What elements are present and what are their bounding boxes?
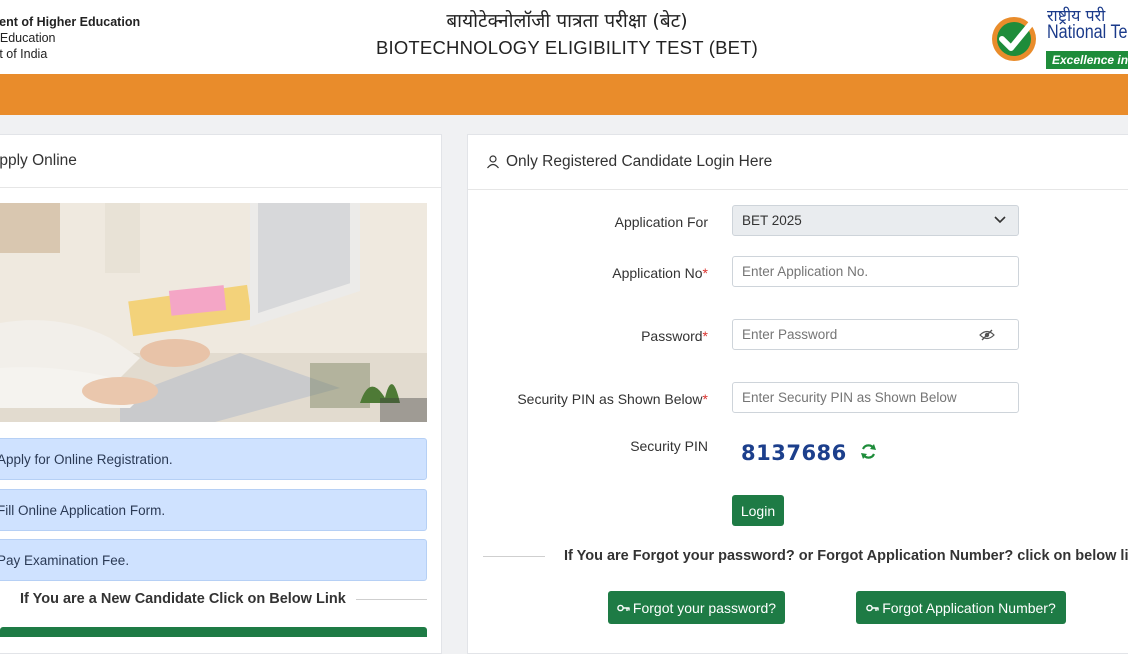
nta-name-english: National Tes [1047,22,1128,43]
selected-value: BET 2025 [742,213,802,228]
label-text: Security PIN as Shown Below [517,391,703,407]
forgot-application-label: Forgot Application Number? [882,599,1056,616]
apply-online-title: Apply Online [0,152,77,169]
step-pay-fee: Pay Examination Fee. [0,539,427,581]
captcha-image: 8137686 [732,429,852,478]
ministry-line1: ment of Higher Education [0,15,141,29]
forgot-password-label: Forgot your password? [632,599,777,616]
required-marker: * [702,265,708,281]
exam-title: बायोटेक्नोलॉजी पात्रता परीक्षा (बेट) BIO… [330,8,804,62]
application-for-label: Application For [468,214,708,230]
title-hindi: बायोटेक्नोलॉजी पात्रता परीक्षा (बेट) [446,10,688,32]
ministry-block: ment of Higher Education of Education me… [0,14,140,62]
step-text: Apply for Online Registration. [0,451,173,467]
new-candidate-divider: If You are a New Candidate Click on Belo… [0,586,427,614]
step-apply-registration: Apply for Online Registration. [0,438,427,480]
login-button-label: Login [740,502,776,519]
apply-online-heading: Apply Online [0,135,441,188]
nta-tagline: Excellence in [1046,51,1128,69]
label-text: Security PIN [630,438,708,454]
step-text: Pay Examination Fee. [0,552,130,568]
login-heading: Only Registered Candidate Login Here [468,135,1128,190]
application-for-select[interactable]: BET 2025 [732,205,1019,236]
forgot-application-number-button[interactable]: Forgot Application Number? [856,591,1066,624]
label-text: Application No [612,265,703,281]
new-candidate-text: If You are a New Candidate Click on Belo… [20,591,346,607]
application-no-label: Application No* [468,265,708,281]
hero-image [0,203,427,422]
nta-checkmark-logo [992,17,1037,61]
title-english: BIOTECHNOLOGY ELIGIBILITY TEST (BET) [375,37,759,58]
login-button[interactable]: Login [732,495,784,526]
step-text: Fill Online Application Form. [0,502,166,518]
step-fill-form: Fill Online Application Form. [0,489,427,531]
required-marker: * [702,328,708,344]
label-text: Password [641,328,703,344]
label-text: Application For [614,214,708,230]
divider-line [356,599,427,600]
forgot-password-button[interactable]: Forgot your password? [608,591,785,624]
user-icon [487,155,499,169]
site-header: ment of Higher Education of Education me… [0,0,1128,74]
key-icon [617,604,630,611]
security-pin-input-label: Security PIN as Shown Below* [468,391,708,407]
eye-slash-icon[interactable] [979,329,995,341]
chevron-down-icon [994,216,1006,224]
application-no-input[interactable] [732,256,1019,287]
divider-line [483,556,545,557]
laptop-illustration [0,203,427,422]
required-marker: * [702,391,708,407]
new-registration-button[interactable] [0,627,427,637]
ministry-line2: of Education [0,31,56,45]
ministry-line3: ment of India [0,47,48,61]
refresh-icon[interactable] [860,443,877,460]
forgot-instructions: If You are Forgot your password? or Forg… [564,548,1128,564]
login-title: Only Registered Candidate Login Here [506,153,773,170]
security-pin-label: Security PIN [468,438,708,454]
security-pin-input[interactable] [732,382,1019,413]
password-label: Password* [468,328,708,344]
password-input[interactable] [732,319,1019,350]
orange-nav-bar [0,74,1128,115]
key-icon [866,604,879,611]
